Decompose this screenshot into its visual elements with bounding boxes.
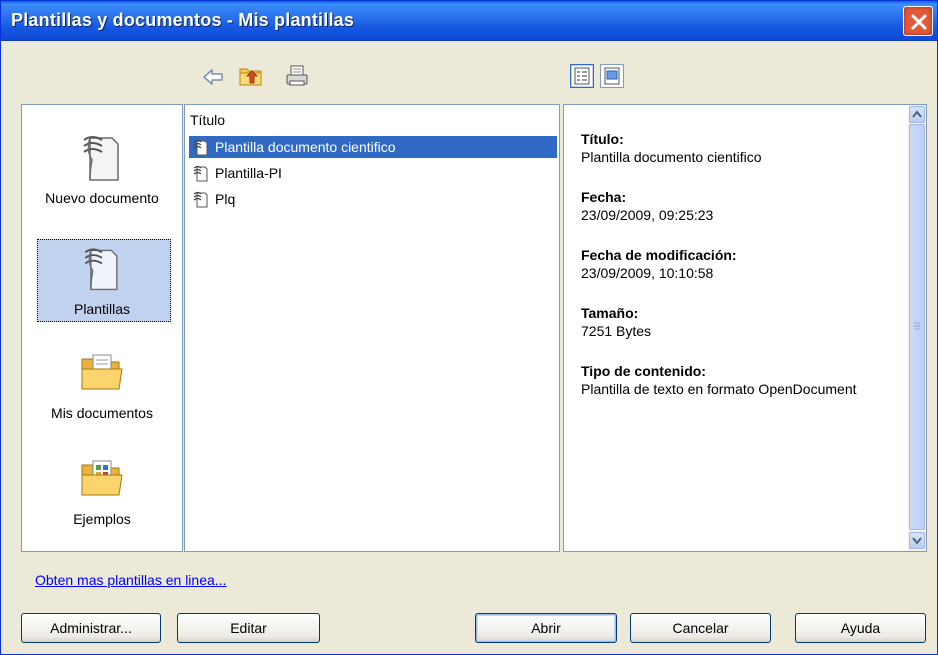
category-label: Nuevo documento [45, 190, 159, 206]
editar-button[interactable]: Editar [177, 613, 320, 643]
list-item[interactable]: Plantilla-PI [189, 162, 555, 184]
scroll-up-button[interactable] [909, 106, 925, 123]
grip-icon [914, 322, 920, 330]
template-list[interactable]: Título Plantilla documento cientifico Pl… [184, 104, 560, 552]
window-title: Plantillas y documentos - Mis plantillas [11, 10, 355, 30]
list-item-label: Plantilla documento cientifico [215, 139, 396, 155]
category-label: Plantillas [73, 301, 131, 317]
detail-label: Fecha de modificación: [581, 247, 737, 263]
print-button[interactable] [284, 63, 310, 89]
preview-icon [604, 67, 620, 85]
templates-icon [84, 248, 118, 291]
folder-up-icon [239, 68, 262, 86]
category-label: Ejemplos [73, 511, 131, 527]
detail-titulo: Título: Plantilla documento cientifico [581, 131, 901, 165]
document-properties-button[interactable] [570, 64, 594, 88]
detail-label: Tamaño: [581, 305, 639, 321]
category-nuevo-documento[interactable]: Nuevo documento [22, 130, 182, 206]
back-arrow-icon [203, 69, 223, 85]
list-item-label: Plantilla-PI [215, 165, 282, 181]
category-ejemplos[interactable]: Ejemplos [22, 457, 182, 527]
category-panel: Nuevo documento Plantillas Mis documento… [21, 104, 183, 552]
folder-examples-icon [81, 460, 123, 496]
document-properties-panel: Título: Plantilla documento cientifico F… [563, 104, 927, 552]
dialog-window: Plantillas y documentos - Mis plantillas [0, 0, 938, 655]
list-item[interactable]: Plq [189, 188, 555, 210]
detail-fecha: Fecha: 23/09/2009, 09:25:23 [581, 189, 901, 223]
chevron-down-icon [912, 537, 922, 545]
detail-label: Fecha: [581, 189, 627, 205]
get-more-templates-link[interactable]: Obten mas plantillas en linea... [35, 572, 226, 588]
category-mis-documentos[interactable]: Mis documentos [22, 351, 182, 421]
document-properties-icon [574, 67, 590, 85]
detail-tipo-contenido: Tipo de contenido: Plantilla de texto en… [581, 363, 901, 397]
detail-fecha-modificacion: Fecha de modificación: 23/09/2009, 10:10… [581, 247, 901, 281]
close-icon [911, 14, 927, 30]
scroll-thumb[interactable] [909, 124, 925, 530]
template-file-icon [193, 165, 208, 182]
category-label: Mis documentos [51, 405, 153, 421]
title-bar[interactable]: Plantillas y documentos - Mis plantillas [1, 1, 937, 41]
list-item-label: Plq [215, 191, 236, 207]
detail-label: Título: [581, 131, 624, 147]
category-plantillas[interactable]: Plantillas [22, 243, 182, 317]
template-file-icon [193, 191, 208, 208]
vertical-scrollbar[interactable] [908, 105, 926, 551]
detail-value: Plantilla de texto en formato OpenDocume… [581, 381, 857, 397]
preview-button[interactable] [600, 64, 624, 88]
list-column-header[interactable]: Título [185, 105, 559, 133]
new-document-icon [83, 136, 119, 181]
back-button[interactable] [200, 64, 226, 90]
detail-label: Tipo de contenido: [581, 363, 706, 379]
scroll-down-button[interactable] [909, 532, 925, 549]
chevron-up-icon [912, 110, 922, 118]
template-file-icon [193, 139, 208, 156]
folder-up-button[interactable] [238, 63, 264, 89]
folder-documents-icon [81, 354, 123, 390]
abrir-button[interactable]: Abrir [475, 613, 617, 643]
list-item[interactable]: Plantilla documento cientifico [189, 136, 557, 158]
detail-value: 23/09/2009, 10:10:58 [581, 265, 714, 281]
ayuda-button[interactable]: Ayuda [795, 613, 926, 643]
detail-value: Plantilla documento cientifico [581, 149, 762, 165]
print-icon [286, 65, 308, 86]
close-button[interactable] [903, 6, 933, 36]
detail-tamano: Tamaño: 7251 Bytes [581, 305, 901, 339]
detail-value: 7251 Bytes [581, 323, 652, 339]
detail-value: 23/09/2009, 09:25:23 [581, 207, 714, 223]
cancelar-button[interactable]: Cancelar [630, 613, 771, 643]
administrar-button[interactable]: Administrar... [21, 613, 161, 643]
